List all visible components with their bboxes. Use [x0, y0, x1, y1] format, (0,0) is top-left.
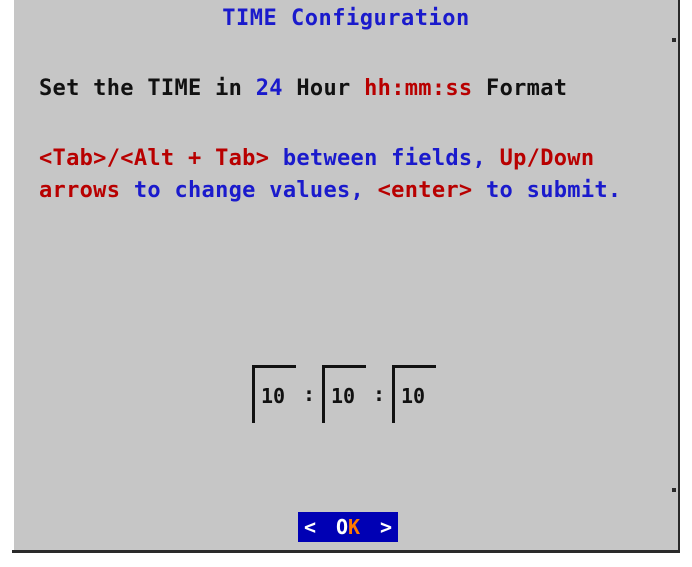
help-text-2: to change values,	[120, 178, 378, 203]
ok-label-o: O	[335, 515, 348, 539]
scroll-down-mark	[672, 488, 676, 492]
scroll-up-mark	[672, 38, 676, 42]
ok-button-right-bracket: >	[379, 515, 392, 539]
help-line-2: arrows to change values, <enter> to subm…	[39, 178, 621, 203]
instruction-line: Set the TIME in 24 Hour hh:mm:ss Format	[39, 76, 567, 101]
instruction-text-2: Hour	[282, 76, 365, 101]
help-keys: <Tab>/<Alt + Tab>	[39, 146, 270, 171]
bottom-border	[12, 550, 680, 553]
help-text-1: between fields,	[269, 146, 500, 171]
help-text-3: to submit.	[472, 178, 622, 203]
instruction-format: hh:mm:ss	[364, 76, 473, 101]
dialog-title: TIME Configuration	[222, 6, 470, 31]
time-config-dialog: TIME Configuration Set the TIME in 24 Ho…	[12, 0, 680, 550]
help-line-1: <Tab>/<Alt + Tab> between fields, Up/Dow…	[39, 146, 594, 171]
instruction-text-1: Set the TIME in	[39, 76, 256, 101]
time-fields: 10 : 10 : 10	[252, 364, 436, 424]
hours-field[interactable]: 10	[252, 365, 296, 423]
instruction-hours: 24	[255, 76, 283, 101]
help-enter: <enter>	[377, 178, 473, 203]
time-separator-2: :	[372, 382, 386, 406]
help-arrows-2: arrows	[39, 178, 121, 203]
ok-button-label: OK	[336, 515, 360, 539]
ok-button[interactable]: < OK >	[298, 512, 398, 542]
seconds-field[interactable]: 10	[392, 365, 436, 423]
time-separator-1: :	[302, 382, 316, 406]
ok-label-hotkey: K	[348, 515, 361, 539]
help-arrows-1: Up/Down	[499, 146, 595, 171]
minutes-field[interactable]: 10	[322, 365, 366, 423]
instruction-text-3: Format	[472, 76, 568, 101]
ok-button-left-bracket: <	[304, 515, 317, 539]
